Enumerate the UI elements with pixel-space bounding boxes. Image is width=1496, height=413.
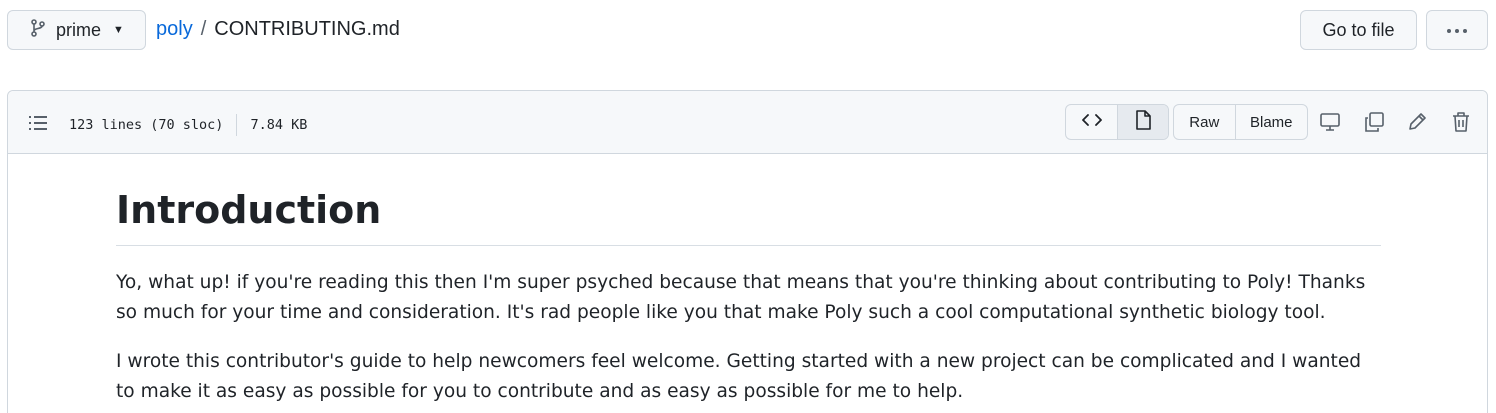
markdown-body: Introduction Yo, what up! if you're read…: [116, 187, 1381, 413]
meta-divider: [236, 114, 238, 136]
line-count: 123 lines (70 sloc): [69, 117, 224, 133]
breadcrumb-repo-link[interactable]: poly: [156, 18, 193, 41]
breadcrumb-file-name: CONTRIBUTING.md: [214, 18, 400, 40]
breadcrumb: poly / CONTRIBUTING.md: [156, 18, 400, 41]
copy-icon[interactable]: [1362, 110, 1386, 134]
raw-button[interactable]: Raw: [1174, 105, 1235, 139]
file-box: 123 lines (70 sloc) 7.84 KB Raw Blame In…: [7, 90, 1488, 413]
pencil-icon[interactable]: [1405, 110, 1429, 134]
view-mode-toggle: [1065, 104, 1169, 140]
file-meta: 123 lines (70 sloc) 7.84 KB: [69, 114, 307, 136]
breadcrumb-separator: /: [200, 18, 207, 40]
desktop-icon[interactable]: [1318, 110, 1342, 134]
branch-name: prime: [56, 19, 102, 40]
more-options-button[interactable]: [1426, 10, 1488, 50]
code-icon: [1081, 112, 1102, 133]
document-paragraph: Yo, what up! if you're reading this then…: [116, 271, 1366, 323]
document-paragraph: I wrote this contributor's guide to help…: [116, 350, 1362, 402]
code-view-button[interactable]: [1066, 105, 1117, 139]
file-icon: [1135, 109, 1151, 135]
document-heading: Introduction: [116, 187, 1381, 246]
raw-blame-group: Raw Blame: [1173, 104, 1308, 140]
git-branch-icon: [30, 18, 46, 42]
branch-selector-button[interactable]: prime ▼: [7, 10, 146, 50]
blame-button[interactable]: Blame: [1234, 105, 1307, 139]
file-size: 7.84 KB: [250, 117, 308, 133]
file-navigation-bar: prime ▼ poly / CONTRIBUTING.md Go to fil…: [0, 0, 1496, 64]
go-to-file-button[interactable]: Go to file: [1300, 10, 1417, 50]
file-header: 123 lines (70 sloc) 7.84 KB Raw Blame: [8, 91, 1487, 154]
caret-down-icon: ▼: [113, 24, 124, 36]
kebab-horizontal-icon: [1446, 21, 1468, 39]
trash-icon[interactable]: [1449, 110, 1473, 134]
toc-icon[interactable]: [28, 113, 48, 133]
preview-view-button[interactable]: [1117, 105, 1168, 139]
